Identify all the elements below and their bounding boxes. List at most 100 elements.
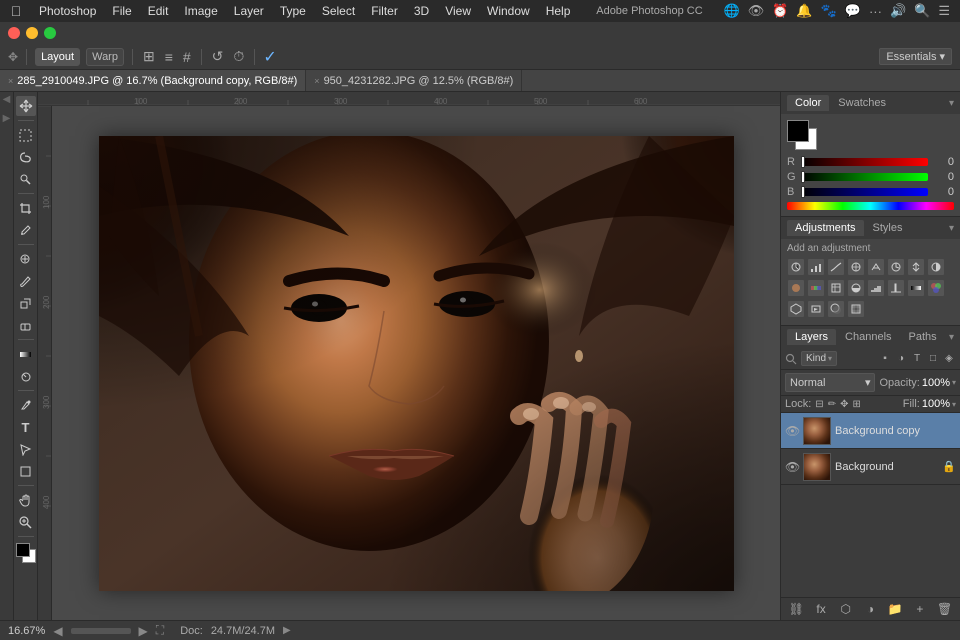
delete-layer-btn[interactable]: 🗑 — [937, 601, 953, 617]
r-slider[interactable] — [801, 158, 928, 166]
menu-icon-7[interactable]: ··· — [867, 4, 884, 19]
doc-tab-2[interactable]: × 950_4231282.JPG @ 12.5% (RGB/8#) — [306, 70, 522, 91]
menu-icon-10[interactable]: ☰ — [936, 3, 952, 19]
layer-eye-1[interactable]: 👁 — [785, 460, 799, 474]
menu-photoshop[interactable]: Photoshop — [32, 2, 103, 20]
doc-tab-2-close[interactable]: × — [314, 76, 319, 86]
undo-icon[interactable]: ↺ — [210, 48, 226, 65]
curves-adj[interactable] — [827, 258, 845, 276]
menu-icon-6[interactable]: 💬 — [843, 3, 863, 19]
opacity-value[interactable]: 100% — [922, 377, 950, 389]
move-tool[interactable] — [16, 96, 36, 116]
new-fill-btn[interactable]: ◑ — [862, 601, 878, 617]
kind-filter-dropdown[interactable]: Kind ▾ — [801, 351, 837, 366]
menu-icon-9[interactable]: 🔍 — [912, 3, 932, 19]
menu-select[interactable]: Select — [315, 2, 362, 20]
zoom-next-btn[interactable]: ▶ — [139, 624, 148, 638]
apple-logo[interactable]:  — [8, 3, 24, 19]
threshold-adj[interactable] — [887, 279, 905, 297]
video-adj[interactable] — [807, 300, 825, 318]
link-layers-btn[interactable]: ⛓ — [788, 601, 804, 617]
shape-tool[interactable] — [16, 461, 36, 481]
levels-adj[interactable] — [807, 258, 825, 276]
menu-image[interactable]: Image — [177, 2, 224, 20]
close-button[interactable] — [8, 27, 20, 39]
gradient-map-adj[interactable] — [907, 279, 925, 297]
color-panel-collapse[interactable]: ▾ — [949, 98, 954, 109]
eraser-tool[interactable] — [16, 315, 36, 335]
b-slider[interactable] — [801, 188, 928, 196]
layer-background-copy[interactable]: 👁 Background copy — [781, 413, 960, 449]
fg-color-rect[interactable] — [787, 120, 809, 142]
adj-panel-collapse[interactable]: ▾ — [949, 223, 954, 234]
fg-bg-color-box[interactable] — [787, 120, 817, 150]
marquee-tool[interactable] — [16, 125, 36, 145]
menu-icon-4[interactable]: 🔔 — [794, 3, 814, 19]
shadow-adj[interactable] — [827, 300, 845, 318]
blend-mode-dropdown[interactable]: Normal ▾ — [785, 373, 875, 392]
menu-icon-8[interactable]: 🔊 — [888, 3, 908, 19]
smart-obj-adj[interactable] — [787, 300, 805, 318]
color-tab[interactable]: Color — [787, 95, 829, 111]
clock-icon[interactable]: ⏱ — [231, 48, 246, 65]
minimize-button[interactable] — [26, 27, 38, 39]
menu-help[interactable]: Help — [539, 2, 578, 20]
menu-3d[interactable]: 3D — [407, 2, 436, 20]
bw-adj[interactable] — [927, 258, 945, 276]
foreground-color-swatch[interactable] — [16, 543, 30, 557]
lock-position-icon[interactable]: ✥ — [840, 399, 848, 410]
styles-tab[interactable]: Styles — [865, 220, 911, 236]
lock-transparent-icon[interactable]: ⊟ — [815, 399, 823, 410]
menu-icon-5[interactable]: 🐾 — [819, 3, 839, 19]
type-filter-icon[interactable]: T — [910, 352, 924, 366]
quick-select-tool[interactable] — [16, 169, 36, 189]
g-slider[interactable] — [801, 173, 928, 181]
layer-background[interactable]: 👁 Background 🔒 — [781, 449, 960, 485]
grid-icon-1[interactable]: ⊞ — [141, 48, 157, 65]
colorbalance-adj[interactable] — [907, 258, 925, 276]
lock-artboard-icon[interactable]: ⊞ — [852, 399, 860, 410]
exposure-adj[interactable] — [847, 258, 865, 276]
warp-button[interactable]: Warp — [86, 48, 124, 66]
posterize-adj[interactable] — [867, 279, 885, 297]
fill-value[interactable]: 100% — [922, 398, 950, 410]
menu-edit[interactable]: Edit — [141, 2, 176, 20]
doc-tab-1[interactable]: × 285_2910049.JPG @ 16.7% (Background co… — [0, 70, 306, 91]
essentials-dropdown[interactable]: Essentials ▾ — [879, 48, 952, 65]
grid-icon-3[interactable]: # — [181, 49, 193, 65]
dodge-tool[interactable] — [16, 366, 36, 386]
lasso-tool[interactable] — [16, 147, 36, 167]
clone-tool[interactable] — [16, 293, 36, 313]
new-group-btn[interactable]: 📁 — [887, 601, 903, 617]
spot-heal-tool[interactable] — [16, 249, 36, 269]
adjustments-tab[interactable]: Adjustments — [787, 220, 864, 236]
maximize-button[interactable] — [44, 27, 56, 39]
doc-tab-1-close[interactable]: × — [8, 76, 13, 86]
gradient-tool[interactable] — [16, 344, 36, 364]
layers-tab[interactable]: Layers — [787, 329, 836, 345]
zoom-tool[interactable] — [16, 512, 36, 532]
channel-mix-adj[interactable] — [807, 279, 825, 297]
status-expand-btn[interactable]: ▶ — [283, 625, 291, 636]
move-tool-icon[interactable]: ✥ — [8, 50, 18, 64]
zoom-slider[interactable] — [71, 628, 131, 634]
color-spectrum[interactable] — [787, 202, 954, 210]
menu-icon-3[interactable]: ⏰ — [770, 3, 790, 19]
shape-filter-icon[interactable]: □ — [926, 352, 940, 366]
menu-file[interactable]: File — [105, 2, 138, 20]
nav-icon[interactable]: ⛶ — [156, 623, 164, 638]
brightness-adj[interactable] — [787, 258, 805, 276]
crop-tool[interactable] — [16, 198, 36, 218]
photo-canvas[interactable] — [99, 136, 734, 591]
collapse-left-icon[interactable]: ◀ — [3, 94, 11, 105]
layout-button[interactable]: Layout — [35, 48, 80, 66]
expand-left-icon[interactable]: ▶ — [3, 113, 11, 124]
selective-color-adj[interactable] — [927, 279, 945, 297]
zoom-prev-btn[interactable]: ◀ — [53, 624, 62, 638]
hsl-adj[interactable] — [887, 258, 905, 276]
brush-tool[interactable] — [16, 271, 36, 291]
menu-view[interactable]: View — [438, 2, 478, 20]
new-layer-btn[interactable]: + — [912, 601, 928, 617]
vibrance-adj[interactable] — [867, 258, 885, 276]
path-select-tool[interactable] — [16, 439, 36, 459]
